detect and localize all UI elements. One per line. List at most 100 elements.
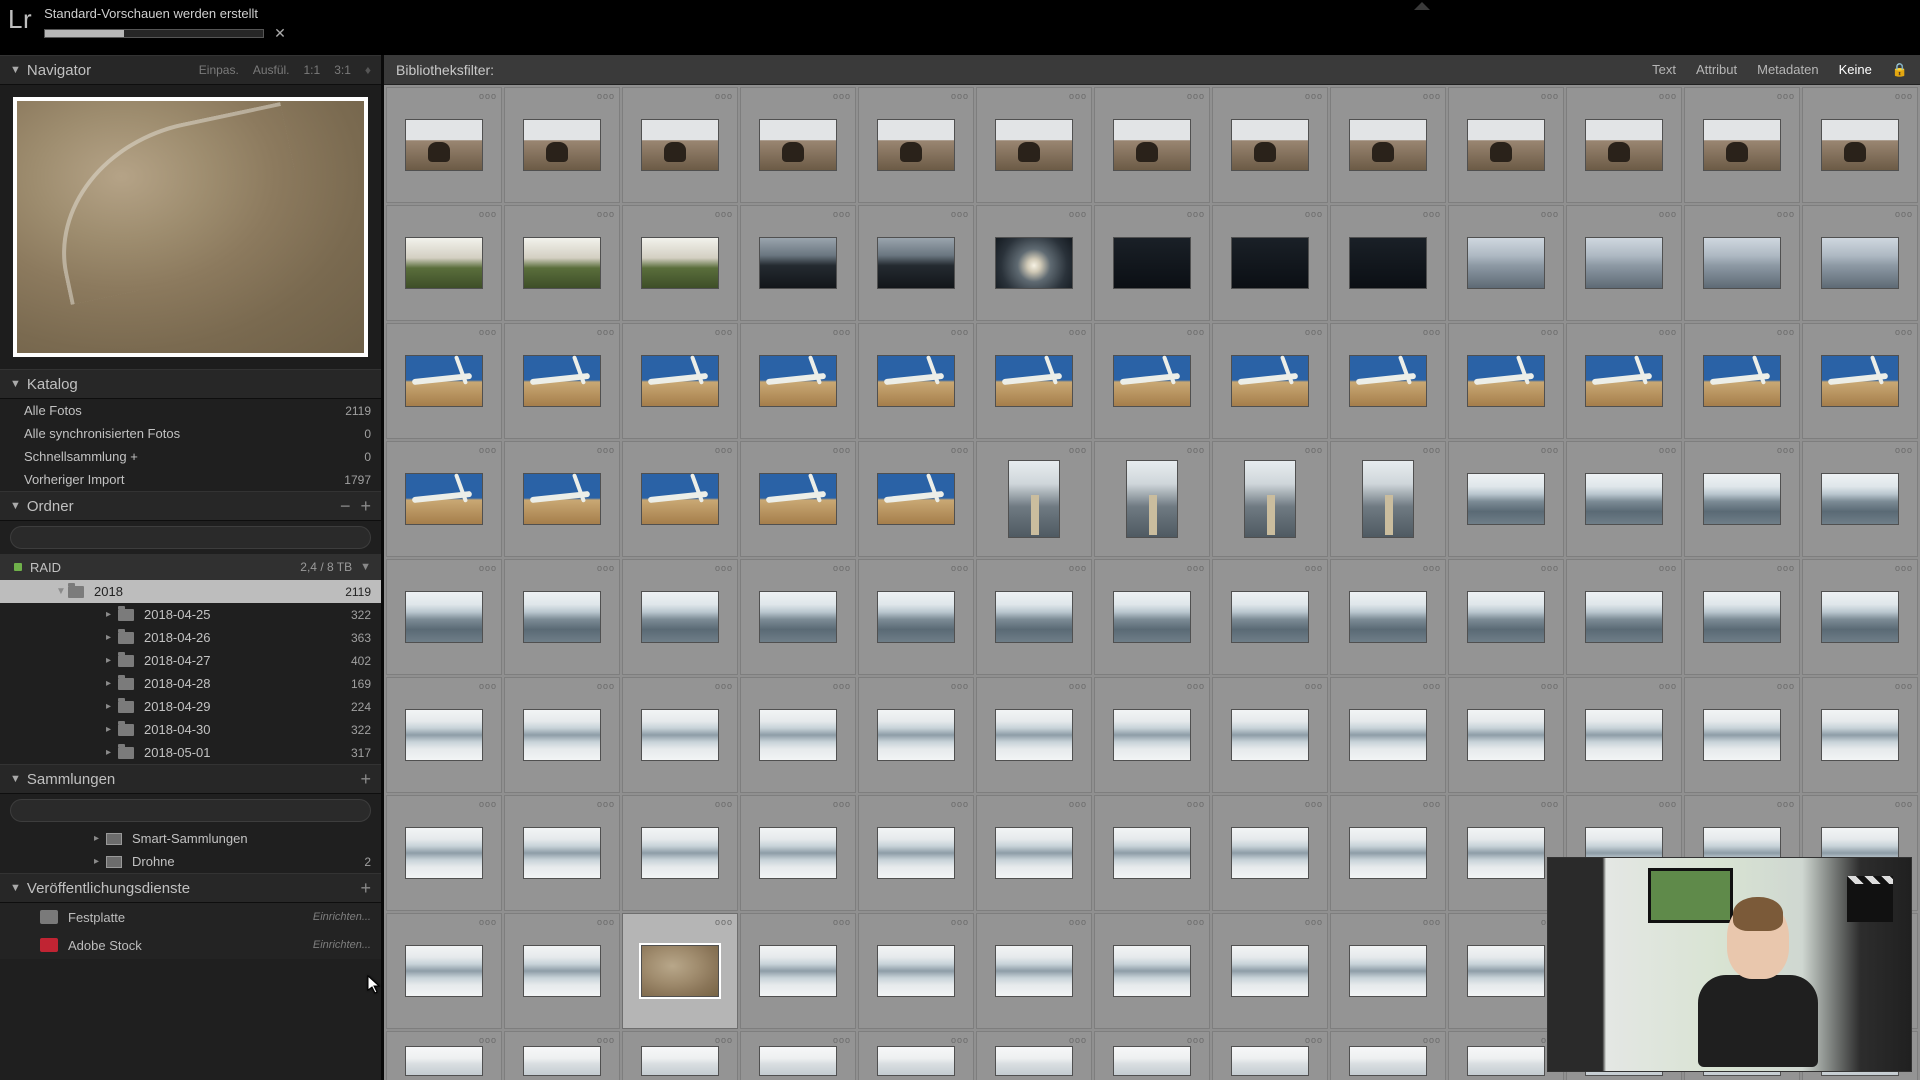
- thumbnail-cell[interactable]: ooo: [1212, 795, 1328, 911]
- thumbnail-cell[interactable]: ooo: [1802, 441, 1918, 557]
- thumbnail-cell[interactable]: ooo: [1212, 441, 1328, 557]
- thumbnail-cell[interactable]: ooo: [504, 205, 620, 321]
- panel-collapse-icon[interactable]: [1414, 2, 1430, 10]
- filter-lock-icon[interactable]: 🔒: [1892, 62, 1908, 78]
- thumbnail-cell[interactable]: ooo: [504, 441, 620, 557]
- thumbnail-cell[interactable]: ooo: [1330, 913, 1446, 1029]
- thumbnail-cell[interactable]: ooo: [1684, 559, 1800, 675]
- thumbnail-cell[interactable]: ooo: [740, 795, 856, 911]
- folder-row[interactable]: ▸2018-04-29224: [0, 695, 381, 718]
- thumbnail-cell[interactable]: ooo: [976, 913, 1092, 1029]
- thumbnail-cell[interactable]: ooo: [1684, 677, 1800, 793]
- zoom-ratio[interactable]: 3:1: [334, 63, 351, 77]
- thumbnail-cell[interactable]: ooo: [1094, 913, 1210, 1029]
- folders-header[interactable]: ▼ Ordner − +: [0, 491, 381, 521]
- thumbnail-cell[interactable]: ooo: [740, 441, 856, 557]
- catalog-header[interactable]: ▼ Katalog: [0, 369, 381, 399]
- thumbnail-cell[interactable]: ooo: [858, 1031, 974, 1080]
- thumbnail-cell[interactable]: ooo: [1566, 205, 1682, 321]
- thumbnail-cell[interactable]: ooo: [858, 205, 974, 321]
- thumbnail-cell[interactable]: ooo: [622, 559, 738, 675]
- thumbnail-cell[interactable]: ooo: [386, 205, 502, 321]
- thumbnail-cell[interactable]: ooo: [1212, 677, 1328, 793]
- thumbnail-cell[interactable]: ooo: [1566, 323, 1682, 439]
- thumbnail-cell[interactable]: ooo: [504, 87, 620, 203]
- thumbnail-cell[interactable]: ooo: [976, 1031, 1092, 1080]
- folder-year-row[interactable]: ▼ 2018 2119: [0, 580, 381, 603]
- collection-row[interactable]: ▸Drohne2: [0, 850, 381, 873]
- zoom-fit[interactable]: Einpas.: [199, 63, 239, 77]
- thumbnail-cell[interactable]: ooo: [504, 323, 620, 439]
- thumbnail-cell[interactable]: ooo: [1448, 441, 1564, 557]
- thumbnail-cell[interactable]: ooo: [1684, 441, 1800, 557]
- thumbnail-cell[interactable]: ooo: [1802, 559, 1918, 675]
- thumbnail-cell[interactable]: ooo: [1094, 441, 1210, 557]
- filter-tab-none[interactable]: Keine: [1839, 62, 1872, 77]
- folder-row[interactable]: ▸2018-04-25322: [0, 603, 381, 626]
- folder-row[interactable]: ▸2018-05-01317: [0, 741, 381, 764]
- thumbnail-cell[interactable]: ooo: [504, 559, 620, 675]
- thumbnail-cell[interactable]: ooo: [740, 323, 856, 439]
- thumbnail-cell[interactable]: ooo: [1330, 677, 1446, 793]
- folder-row[interactable]: ▸2018-04-27402: [0, 649, 381, 672]
- publish-row[interactable]: FestplatteEinrichten...: [0, 903, 381, 931]
- add-publish-button[interactable]: +: [360, 881, 371, 895]
- thumbnail-cell[interactable]: ooo: [858, 87, 974, 203]
- thumbnail-cell[interactable]: ooo: [1684, 323, 1800, 439]
- thumbnail-cell[interactable]: ooo: [740, 205, 856, 321]
- thumbnail-cell[interactable]: ooo: [1802, 87, 1918, 203]
- chevron-down-icon[interactable]: ▼: [360, 561, 371, 573]
- thumbnail-cell[interactable]: ooo: [622, 677, 738, 793]
- zoom-one[interactable]: 1:1: [304, 63, 321, 77]
- thumbnail-cell[interactable]: ooo: [1566, 441, 1682, 557]
- thumbnail-cell[interactable]: ooo: [1212, 913, 1328, 1029]
- thumbnail-cell[interactable]: ooo: [1566, 677, 1682, 793]
- catalog-row[interactable]: Schnellsammlung +0: [0, 445, 381, 468]
- thumbnail-cell[interactable]: ooo: [504, 913, 620, 1029]
- thumbnail-cell[interactable]: ooo: [1212, 1031, 1328, 1080]
- thumbnail-cell[interactable]: ooo: [740, 87, 856, 203]
- thumbnail-cell[interactable]: ooo: [504, 677, 620, 793]
- thumbnail-cell[interactable]: ooo: [1448, 677, 1564, 793]
- thumbnail-cell[interactable]: ooo: [1212, 323, 1328, 439]
- folder-row[interactable]: ▸2018-04-28169: [0, 672, 381, 695]
- thumbnail-cell[interactable]: ooo: [622, 795, 738, 911]
- thumbnail-cell[interactable]: ooo: [622, 205, 738, 321]
- catalog-row[interactable]: Alle synchronisierten Fotos0: [0, 422, 381, 445]
- thumbnail-cell[interactable]: ooo: [622, 441, 738, 557]
- thumbnail-cell[interactable]: ooo: [1212, 205, 1328, 321]
- thumbnail-cell[interactable]: ooo: [1448, 205, 1564, 321]
- thumbnail-cell[interactable]: ooo: [504, 1031, 620, 1080]
- thumbnail-cell[interactable]: ooo: [1212, 87, 1328, 203]
- thumbnail-cell[interactable]: ooo: [740, 559, 856, 675]
- thumbnail-cell[interactable]: ooo: [976, 205, 1092, 321]
- collection-search-input[interactable]: [10, 799, 371, 822]
- publish-setup-link[interactable]: Einrichten...: [313, 939, 371, 951]
- thumbnail-cell[interactable]: ooo: [858, 795, 974, 911]
- thumbnail-cell[interactable]: ooo: [1212, 559, 1328, 675]
- publish-setup-link[interactable]: Einrichten...: [313, 911, 371, 923]
- thumbnail-cell[interactable]: ooo: [1094, 559, 1210, 675]
- folder-row[interactable]: ▸2018-04-30322: [0, 718, 381, 741]
- catalog-row[interactable]: Vorheriger Import1797: [0, 468, 381, 491]
- thumbnail-cell[interactable]: ooo: [386, 677, 502, 793]
- filter-tab-attribute[interactable]: Attribut: [1696, 62, 1737, 77]
- thumbnail-cell[interactable]: ooo: [1802, 677, 1918, 793]
- volume-row[interactable]: RAID 2,4 / 8 TB ▼: [0, 554, 381, 580]
- publish-row[interactable]: Adobe StockEinrichten...: [0, 931, 381, 959]
- thumbnail-cell[interactable]: ooo: [1448, 559, 1564, 675]
- thumbnail-cell[interactable]: ooo: [976, 559, 1092, 675]
- thumbnail-cell[interactable]: ooo: [976, 87, 1092, 203]
- thumbnail-cell[interactable]: ooo: [1094, 323, 1210, 439]
- thumbnail-cell[interactable]: ooo: [386, 87, 502, 203]
- thumbnail-cell[interactable]: ooo: [1566, 87, 1682, 203]
- thumbnail-cell[interactable]: ooo: [1448, 87, 1564, 203]
- thumbnail-cell[interactable]: ooo: [1330, 795, 1446, 911]
- thumbnail-cell[interactable]: ooo: [1094, 677, 1210, 793]
- thumbnail-cell[interactable]: ooo: [976, 795, 1092, 911]
- thumbnail-cell[interactable]: ooo: [1802, 323, 1918, 439]
- thumbnail-cell[interactable]: ooo: [1330, 205, 1446, 321]
- thumbnail-cell[interactable]: ooo: [1094, 795, 1210, 911]
- navigator-header[interactable]: ▼ Navigator Einpas. Ausfül. 1:1 3:1 ♦: [0, 55, 381, 85]
- thumbnail-cell[interactable]: ooo: [386, 913, 502, 1029]
